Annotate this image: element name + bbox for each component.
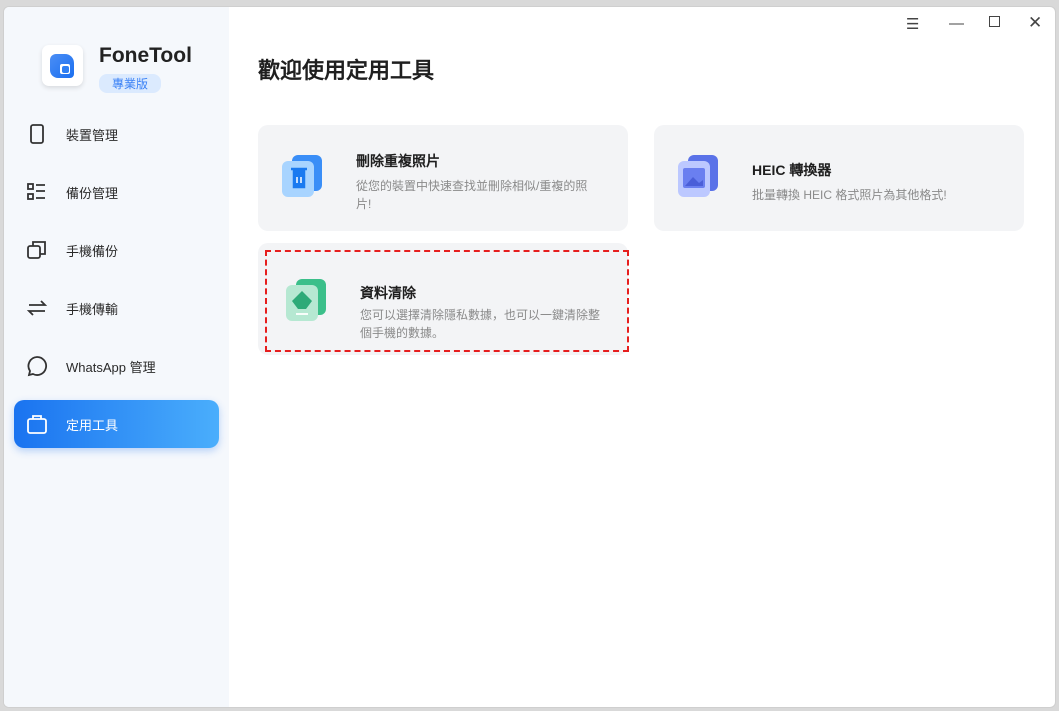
page-title: 歡迎使用定用工具 — [258, 58, 435, 83]
tool-card-duplicate-photos[interactable]: 刪除重複照片 從您的裝置中快速查找並刪除相似/重複的照片! — [258, 125, 628, 231]
tool-card-heic-converter[interactable]: HEIC 轉換器 批量轉換 HEIC 格式照片為其他格式! — [654, 125, 1024, 231]
sidebar: FoneTool 專業版 裝置管理 備份管理 手機備份 手機傳輸 WhatsAp… — [4, 7, 229, 707]
transfer-icon — [26, 300, 48, 316]
list-icon — [27, 183, 45, 200]
card-title: 刪除重複照片 — [356, 153, 440, 169]
highlight-box — [265, 250, 629, 352]
card-description: 批量轉換 HEIC 格式照片為其他格式! — [752, 188, 947, 202]
sidebar-item-label: 裝置管理 — [66, 127, 119, 143]
app-window: ☰ — ✕ FoneTool 專業版 裝置管理 備份管理 手機備份 手機傳輸 W… — [3, 6, 1056, 708]
close-icon[interactable]: ✕ — [1028, 13, 1042, 33]
phone-icon — [30, 124, 44, 144]
sidebar-item-label: 備份管理 — [66, 185, 119, 201]
minimize-icon[interactable]: — — [949, 15, 964, 32]
image-icon — [678, 155, 718, 197]
sidebar-item-label: 手機傳輸 — [66, 301, 119, 317]
sidebar-item-tools[interactable]: 定用工具 — [14, 400, 219, 448]
edition-badge: 專業版 — [99, 74, 162, 93]
toolbox-icon — [27, 415, 47, 434]
chat-icon — [27, 356, 48, 377]
card-title: HEIC 轉換器 — [752, 162, 832, 178]
trash-icon — [282, 155, 322, 197]
sidebar-item-label: 定用工具 — [66, 417, 119, 433]
sidebar-item-backup-manage[interactable]: 備份管理 — [14, 168, 219, 216]
app-logo — [42, 45, 83, 86]
menu-icon[interactable]: ☰ — [906, 15, 919, 33]
sidebar-item-phone-backup[interactable]: 手機備份 — [14, 226, 219, 274]
sidebar-item-label: WhatsApp 管理 — [66, 359, 156, 375]
card-description: 從您的裝置中快速查找並刪除相似/重複的照片! — [356, 179, 588, 211]
app-name: FoneTool — [99, 44, 192, 67]
sidebar-item-transfer[interactable]: 手機傳輸 — [14, 284, 219, 332]
copy-icon — [27, 241, 46, 259]
sidebar-item-label: 手機備份 — [66, 243, 119, 259]
maximize-icon[interactable] — [989, 16, 1000, 27]
sidebar-item-device[interactable]: 裝置管理 — [14, 110, 219, 158]
sidebar-item-whatsapp[interactable]: WhatsApp 管理 — [14, 342, 219, 390]
